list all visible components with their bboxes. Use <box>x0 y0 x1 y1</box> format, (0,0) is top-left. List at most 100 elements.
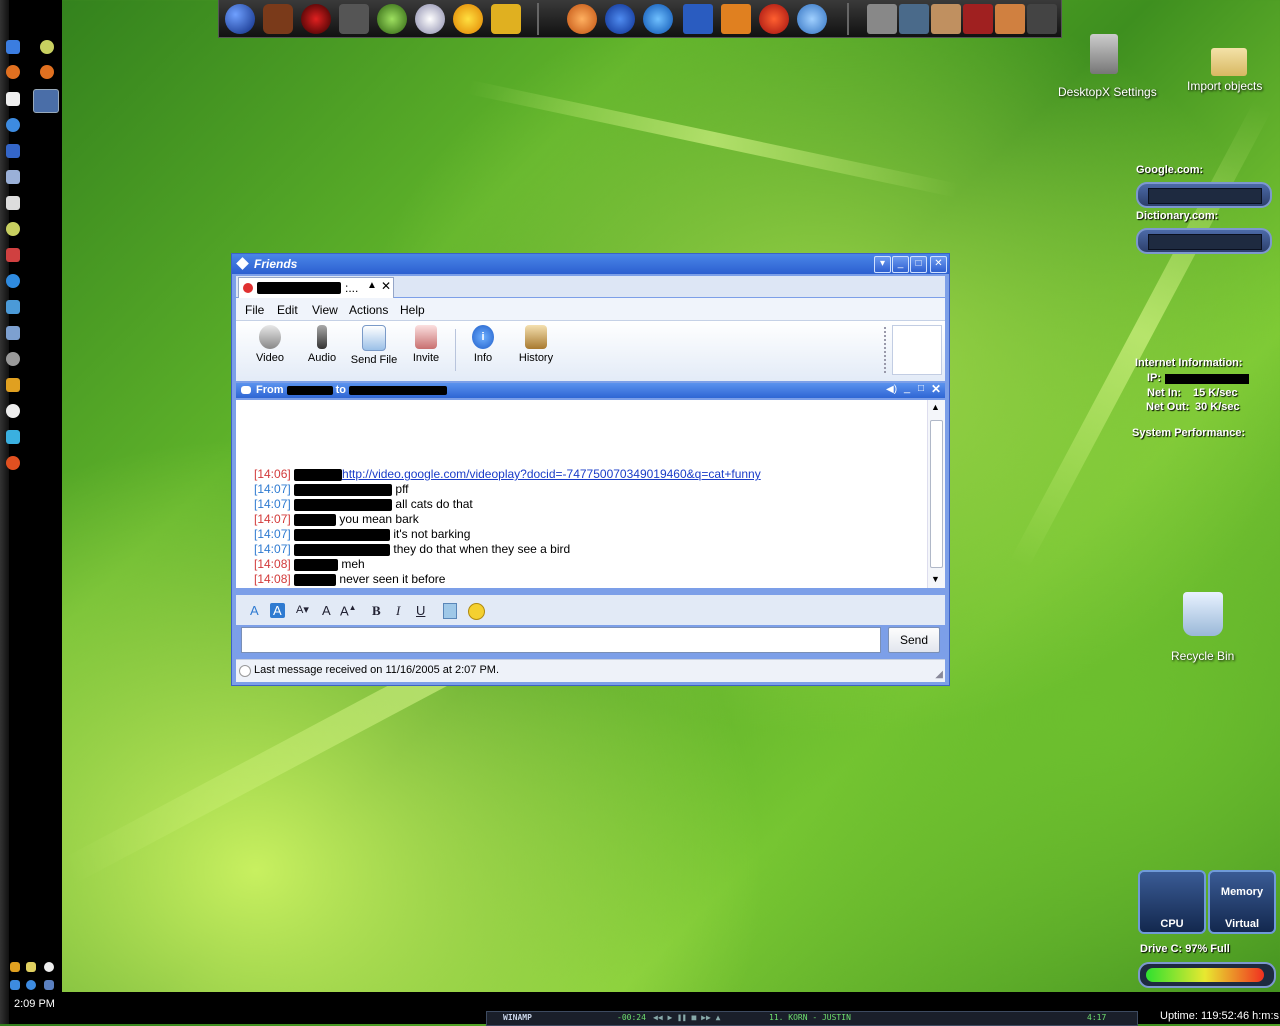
alien-icon[interactable] <box>377 4 407 34</box>
message-link[interactable]: http://video.google.com/videoplay?docid=… <box>342 467 761 481</box>
info-icon[interactable] <box>26 980 36 990</box>
app-icon[interactable] <box>6 378 20 392</box>
menu-edit[interactable]: Edit <box>277 303 298 317</box>
pane-close-button[interactable]: ✕ <box>931 382 941 396</box>
message-input[interactable] <box>241 627 881 653</box>
tab-close-icon[interactable]: ✕ <box>381 279 391 293</box>
app-icon[interactable] <box>6 92 20 106</box>
send-file-button[interactable]: Send File <box>350 325 398 366</box>
maximize-button[interactable]: □ <box>910 256 927 273</box>
chat-icon[interactable] <box>6 404 20 418</box>
menu-file[interactable]: File <box>245 303 264 317</box>
truck-icon[interactable] <box>491 4 521 34</box>
app-icon[interactable] <box>931 4 961 34</box>
app-icon[interactable] <box>567 4 597 34</box>
tools-icon[interactable] <box>797 4 827 34</box>
app-icon[interactable] <box>6 222 20 236</box>
pane-maximize-button[interactable]: □ <box>918 383 924 394</box>
word-icon[interactable] <box>683 4 713 34</box>
winamp-icon[interactable] <box>721 4 751 34</box>
weather-icon[interactable] <box>453 4 483 34</box>
folder-icon[interactable] <box>1211 48 1247 76</box>
font-size-dropdown[interactable]: A▾ <box>296 603 309 616</box>
desktopx-icon[interactable] <box>33 89 59 113</box>
dictionary-search-box[interactable] <box>1136 228 1272 254</box>
app-icon[interactable] <box>301 4 331 34</box>
firefox-icon[interactable] <box>40 65 54 79</box>
display-picture[interactable] <box>892 325 942 375</box>
highlight-button[interactable]: A <box>270 603 285 618</box>
underline-button[interactable]: U <box>416 603 425 618</box>
app-icon[interactable] <box>1027 4 1057 34</box>
menu-actions[interactable]: Actions <box>349 303 388 317</box>
app-icon[interactable] <box>899 4 929 34</box>
desktopx-settings-label[interactable]: DesktopX Settings <box>1058 85 1157 99</box>
history-button[interactable]: History <box>516 325 556 364</box>
ie-icon[interactable] <box>643 4 673 34</box>
recycle-bin-label[interactable]: Recycle Bin <box>1171 649 1234 663</box>
app-icon[interactable] <box>6 196 20 210</box>
scroll-thumb[interactable] <box>930 420 943 568</box>
emoticon-button[interactable] <box>468 603 485 620</box>
app-icon[interactable] <box>6 326 20 340</box>
firefox-icon[interactable] <box>6 65 20 79</box>
app-icon[interactable] <box>963 4 993 34</box>
title-bar[interactable]: Friends ▾ _ □ ✕ <box>232 254 949 274</box>
tray-icon[interactable] <box>10 962 20 972</box>
google-search-box[interactable] <box>1136 182 1272 208</box>
app-icon[interactable] <box>759 4 789 34</box>
menu-view[interactable]: View <box>312 303 338 317</box>
info-button[interactable]: i Info <box>468 325 498 364</box>
tray-icon[interactable] <box>44 962 54 972</box>
search-icon[interactable] <box>6 274 20 288</box>
app-icon[interactable] <box>6 248 20 262</box>
app-icon[interactable] <box>6 170 20 184</box>
app-icon[interactable] <box>6 144 20 158</box>
app-icon[interactable] <box>6 456 20 470</box>
send-button[interactable]: Send <box>888 627 940 653</box>
scrollbar[interactable]: ▲ ▼ <box>927 400 945 588</box>
recycle-bin-icon[interactable] <box>1183 592 1223 636</box>
minimize-button[interactable]: _ <box>892 256 909 273</box>
clock-icon[interactable] <box>415 4 445 34</box>
gear-icon[interactable] <box>6 352 20 366</box>
tab-up-icon[interactable]: ▲ <box>367 280 377 291</box>
app-icon[interactable] <box>6 430 20 444</box>
import-objects-label[interactable]: Import objects <box>1187 79 1262 93</box>
pane-minimize-button[interactable]: _ <box>904 382 910 394</box>
invite-button[interactable]: Invite <box>408 325 444 364</box>
domokun-icon[interactable] <box>263 4 293 34</box>
app-icon[interactable] <box>40 40 54 54</box>
computer-icon[interactable] <box>339 4 369 34</box>
globe-icon[interactable] <box>225 4 255 34</box>
menu-help[interactable]: Help <box>400 303 425 317</box>
scroll-up-icon[interactable]: ▲ <box>931 402 940 412</box>
resize-grip[interactable]: ◢ <box>935 669 943 680</box>
app-icon[interactable] <box>995 4 1025 34</box>
video-button[interactable]: Video <box>252 325 288 364</box>
font-grow-button[interactable]: A▲ <box>340 603 357 618</box>
tray-icon[interactable] <box>10 980 20 990</box>
tray-icon[interactable] <box>44 980 54 990</box>
conversation-tab[interactable]: :... ▲ ✕ <box>238 277 394 298</box>
font-color-button[interactable]: A <box>250 603 259 618</box>
close-button[interactable]: ✕ <box>930 256 947 273</box>
winamp-controls[interactable]: ◀◀ ▶ ❚❚ ■ ▶▶ ▲ <box>653 1013 720 1022</box>
bold-button[interactable]: B <box>372 603 381 619</box>
scroll-down-icon[interactable]: ▼ <box>931 574 940 584</box>
dropdown-button[interactable]: ▾ <box>874 256 891 273</box>
tray-icon[interactable] <box>26 962 36 972</box>
app-icon[interactable] <box>6 300 20 314</box>
sound-icon[interactable]: ◀) <box>886 384 897 395</box>
ie-icon[interactable] <box>6 40 20 54</box>
insert-image-button[interactable] <box>443 603 457 619</box>
google-search-input[interactable] <box>1148 188 1262 204</box>
font-button[interactable]: A <box>322 603 331 618</box>
desktopx-settings-icon[interactable] <box>1090 34 1118 74</box>
app-icon[interactable] <box>6 118 20 132</box>
dictionary-search-input[interactable] <box>1148 234 1262 250</box>
aol-icon[interactable] <box>605 4 635 34</box>
message-log[interactable]: [14:06] http://video.google.com/videopla… <box>236 400 945 588</box>
audio-button[interactable]: Audio <box>304 325 340 364</box>
italic-button[interactable]: I <box>396 603 400 619</box>
